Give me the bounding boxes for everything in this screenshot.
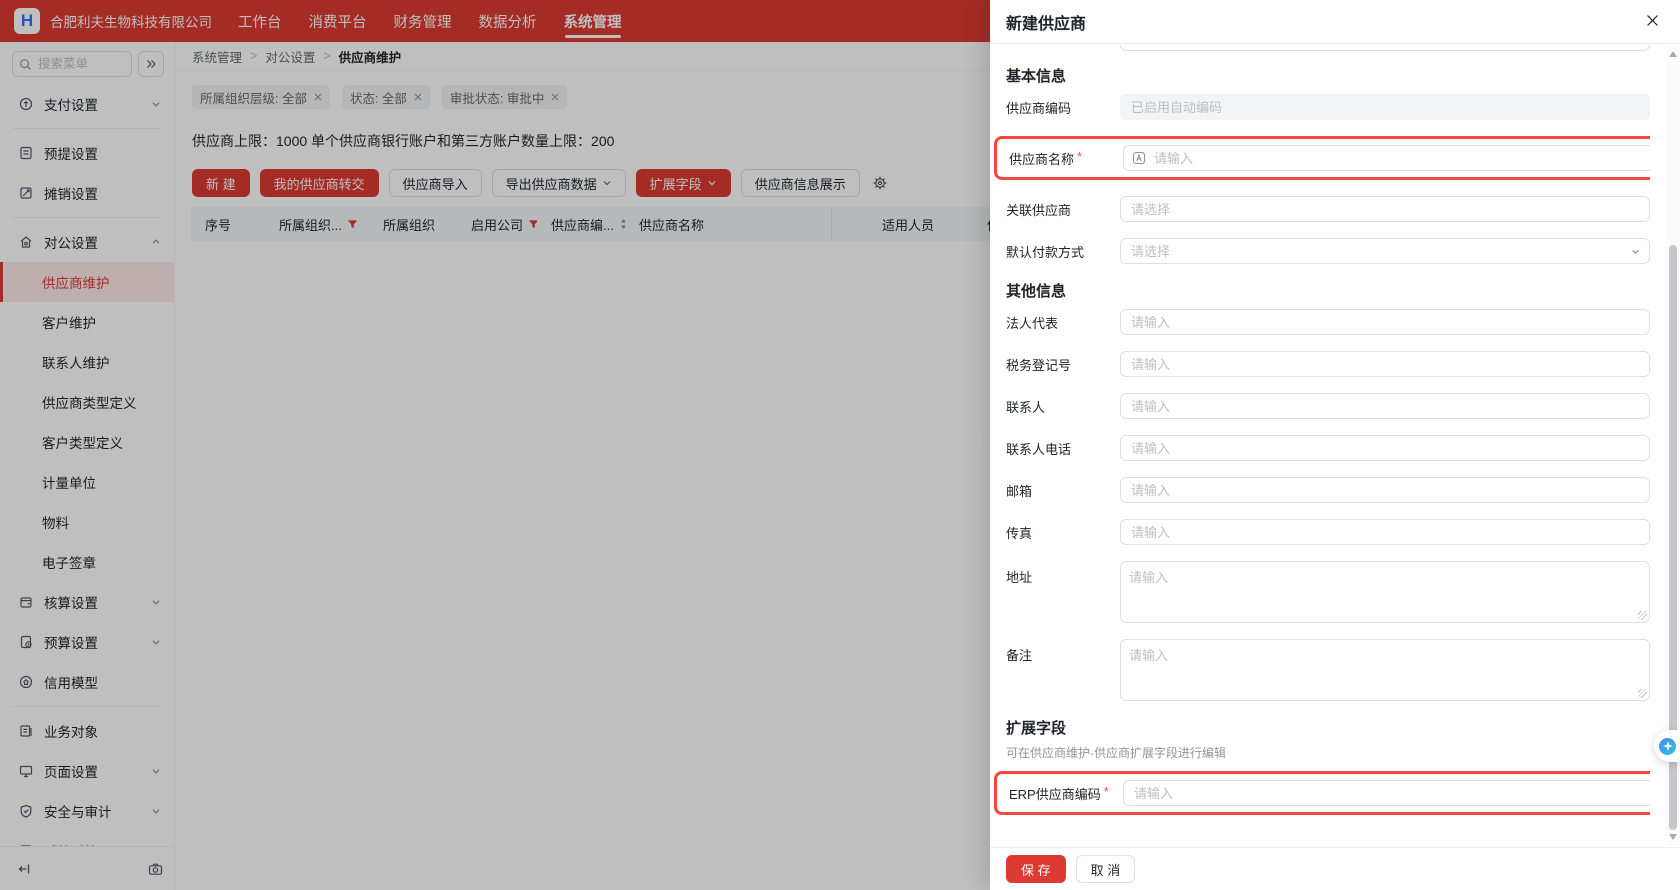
button-label: 取 消 xyxy=(1091,860,1121,879)
contact-input[interactable] xyxy=(1129,398,1641,415)
resize-grip-icon[interactable] xyxy=(1638,611,1647,620)
remark-textarea[interactable] xyxy=(1120,639,1650,701)
chevron-down-icon xyxy=(1630,246,1641,257)
name-badge-icon xyxy=(1132,151,1146,165)
section-extended-fields: 扩展字段 xyxy=(1006,717,1650,738)
field-label: 传真 xyxy=(1006,523,1120,542)
field-label: 法人代表 xyxy=(1006,313,1120,332)
form-row-supplier-code: 供应商编码 xyxy=(1006,94,1650,120)
drawer-scrollbar[interactable] xyxy=(1666,45,1680,846)
required-asterisk: * xyxy=(1104,784,1109,803)
form-row-remark: 备注 xyxy=(1006,639,1650,701)
fax-field[interactable] xyxy=(1120,519,1650,545)
drawer-header: 新建供应商 xyxy=(990,0,1680,44)
field-label: 默认付款方式 xyxy=(1006,242,1120,261)
field-label: 供应商编码 xyxy=(1006,98,1120,117)
form-row-email: 邮箱 xyxy=(1006,477,1650,503)
legal-rep-input[interactable] xyxy=(1129,314,1641,331)
email-field[interactable] xyxy=(1120,477,1650,503)
supplier-name-input[interactable] xyxy=(1152,150,1644,167)
contact-phone-field[interactable] xyxy=(1120,435,1650,461)
supplier-name-field[interactable] xyxy=(1123,145,1650,171)
field-label: ERP供应商编码* xyxy=(1009,784,1123,803)
payment-method-select[interactable] xyxy=(1120,238,1650,264)
form-row-contact: 联系人 xyxy=(1006,393,1650,419)
fax-input[interactable] xyxy=(1129,524,1641,541)
form-row-supplier-name-highlighted: 供应商名称* xyxy=(994,136,1650,180)
form-row-tax-no: 税务登记号 xyxy=(1006,351,1650,377)
erp-code-input[interactable] xyxy=(1132,785,1644,802)
erp-code-field[interactable] xyxy=(1123,780,1650,806)
form-row-related-supplier: 关联供应商 xyxy=(1006,196,1650,222)
ai-assistant-button[interactable] xyxy=(1654,730,1680,762)
field-label: 关联供应商 xyxy=(1006,200,1120,219)
drawer-body: 基本信息 供应商编码 供应商名称* 关联供应商 xyxy=(990,45,1650,847)
related-supplier-select[interactable] xyxy=(1120,196,1650,222)
form-row-contact-phone: 联系人电话 xyxy=(1006,435,1650,461)
scroll-down-icon[interactable] xyxy=(1669,834,1677,840)
form-row-erp-code-highlighted: ERP供应商编码* xyxy=(994,771,1650,815)
cancel-button[interactable]: 取 消 xyxy=(1076,855,1136,883)
contact-phone-input[interactable] xyxy=(1129,440,1641,457)
extended-fields-description: 可在供应商维护-供应商扩展字段进行编辑 xyxy=(1006,744,1650,761)
form-row-address: 地址 xyxy=(1006,561,1650,623)
tax-no-field[interactable] xyxy=(1120,351,1650,377)
field-label: 邮箱 xyxy=(1006,481,1120,500)
payment-method-input[interactable] xyxy=(1129,243,1624,260)
clipped-field[interactable] xyxy=(1120,45,1650,51)
section-basic-info: 基本信息 xyxy=(1006,65,1650,86)
form-row-payment-method: 默认付款方式 xyxy=(1006,238,1650,264)
ai-assistant-icon xyxy=(1659,738,1676,755)
button-label: 保 存 xyxy=(1021,860,1051,879)
address-textarea[interactable] xyxy=(1120,561,1650,623)
email-input[interactable] xyxy=(1129,482,1641,499)
legal-rep-field[interactable] xyxy=(1120,309,1650,335)
tax-no-input[interactable] xyxy=(1129,356,1641,373)
field-label: 地址 xyxy=(1006,561,1120,586)
related-supplier-input[interactable] xyxy=(1129,201,1641,218)
drawer-footer: 保 存 取 消 xyxy=(990,847,1680,890)
scroll-up-icon[interactable] xyxy=(1669,51,1677,57)
field-label: 供应商名称* xyxy=(1009,149,1123,168)
drawer-title: 新建供应商 xyxy=(1006,10,1086,34)
section-other-info: 其他信息 xyxy=(1006,280,1650,301)
field-label: 备注 xyxy=(1006,639,1120,664)
app-root: H 合肥利夫生物科技有限公司 工作台 消费平台 财务管理 数据分析 系统管理 支… xyxy=(0,0,1680,890)
field-label: 联系人 xyxy=(1006,397,1120,416)
supplier-code-input xyxy=(1129,99,1641,116)
clipped-field-input[interactable] xyxy=(1129,45,1641,47)
close-icon[interactable] xyxy=(1645,13,1660,28)
resize-grip-icon[interactable] xyxy=(1638,689,1647,698)
form-row-fax: 传真 xyxy=(1006,519,1650,545)
create-supplier-drawer: 新建供应商 基本信息 供应商编码 供应商名称* 关联供应商 xyxy=(990,0,1680,890)
form-row-legal-rep: 法人代表 xyxy=(1006,309,1650,335)
field-label: 税务登记号 xyxy=(1006,355,1120,374)
field-label: 联系人电话 xyxy=(1006,439,1120,458)
contact-field[interactable] xyxy=(1120,393,1650,419)
required-asterisk: * xyxy=(1077,149,1082,168)
supplier-code-field xyxy=(1120,94,1650,120)
save-button[interactable]: 保 存 xyxy=(1006,855,1066,883)
drawer-resize-handle[interactable] xyxy=(983,428,989,452)
